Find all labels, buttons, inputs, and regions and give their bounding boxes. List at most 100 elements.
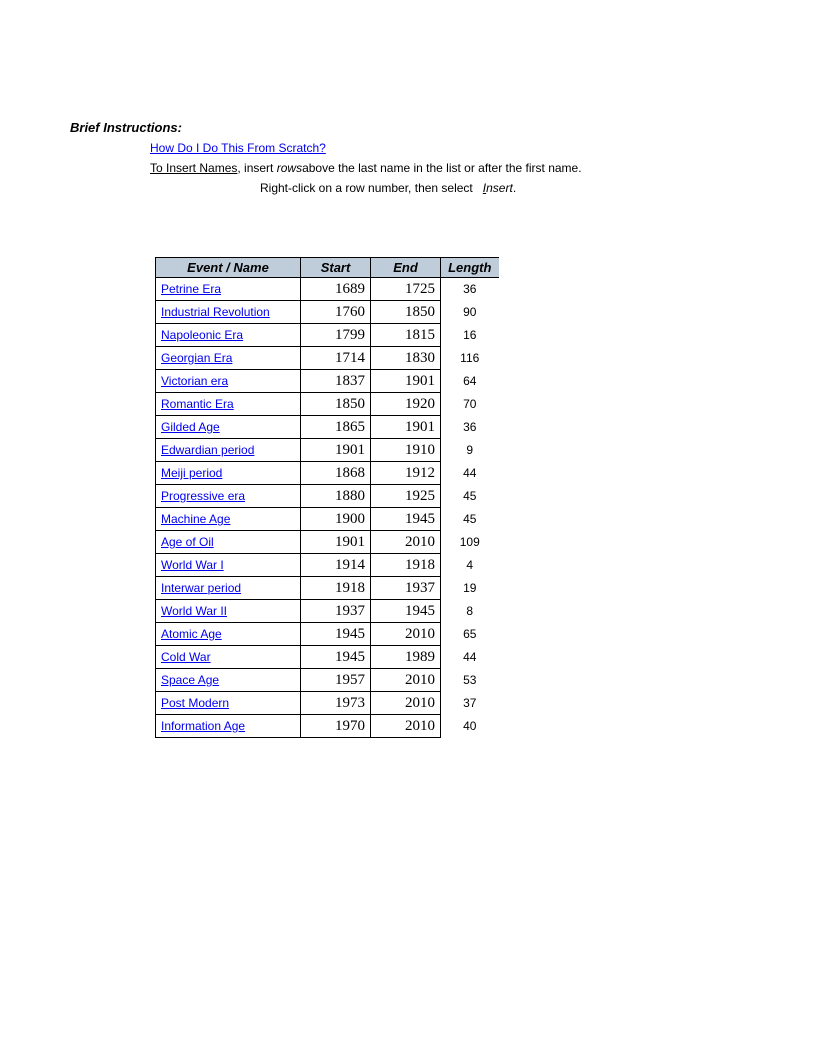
cell-end: 1989 <box>371 646 441 669</box>
cell-start: 1970 <box>301 715 371 738</box>
scratch-link[interactable]: How Do I Do This From Scratch? <box>150 141 326 155</box>
event-link[interactable]: Victorian era <box>161 374 228 388</box>
cell-length: 19 <box>441 577 499 600</box>
cell-end: 1937 <box>371 577 441 600</box>
cell-length: 45 <box>441 508 499 531</box>
table-row: Interwar period 1918193719 <box>156 577 499 600</box>
cell-end: 1920 <box>371 393 441 416</box>
cell-end: 1901 <box>371 370 441 393</box>
events-table: Event / Name Start End Length Petrine Er… <box>155 257 499 738</box>
cell-name: Post Modern <box>156 692 301 715</box>
cell-start: 1689 <box>301 278 371 301</box>
cell-name: Petrine Era <box>156 278 301 301</box>
cell-length: 4 <box>441 554 499 577</box>
table-row: Space Age1957201053 <box>156 669 499 692</box>
event-link[interactable]: World War I <box>161 558 224 572</box>
event-link[interactable]: Gilded Age <box>161 420 220 434</box>
cell-name: Atomic Age <box>156 623 301 646</box>
event-link[interactable]: Petrine Era <box>161 282 221 296</box>
cell-length: 9 <box>441 439 499 462</box>
event-link[interactable]: World War II <box>161 604 227 618</box>
cell-start: 1850 <box>301 393 371 416</box>
cell-end: 1945 <box>371 508 441 531</box>
cell-length: 116 <box>441 347 499 370</box>
table-row: Industrial Revolution1760185090 <box>156 301 499 324</box>
cell-end: 1815 <box>371 324 441 347</box>
event-link[interactable]: Cold War <box>161 650 211 664</box>
cell-end: 1912 <box>371 462 441 485</box>
period: . <box>513 181 516 195</box>
table-row: Information Age1970201040 <box>156 715 499 738</box>
cell-name: Meiji period <box>156 462 301 485</box>
cell-length: 8 <box>441 600 499 623</box>
insert-rows-word: rows <box>277 161 302 175</box>
cell-start: 1973 <box>301 692 371 715</box>
event-link[interactable]: Meiji period <box>161 466 222 480</box>
cell-start: 1900 <box>301 508 371 531</box>
cell-start: 1868 <box>301 462 371 485</box>
cell-end: 1925 <box>371 485 441 508</box>
table-row: Gilded Age1865190136 <box>156 416 499 439</box>
cell-start: 1880 <box>301 485 371 508</box>
cell-length: 64 <box>441 370 499 393</box>
event-link[interactable]: Edwardian period <box>161 443 254 457</box>
cell-start: 1799 <box>301 324 371 347</box>
events-table-wrap: Event / Name Start End Length Petrine Er… <box>155 257 817 738</box>
event-link[interactable]: Atomic Age <box>161 627 222 641</box>
cell-start: 1918 <box>301 577 371 600</box>
cell-length: 70 <box>441 393 499 416</box>
event-link[interactable]: Progressive era <box>161 489 245 503</box>
cell-name: Napoleonic Era <box>156 324 301 347</box>
table-row: Post Modern1973201037 <box>156 692 499 715</box>
table-row: Romantic Era 1850192070 <box>156 393 499 416</box>
event-link[interactable]: Interwar period <box>161 581 241 595</box>
right-click-instruction: Right-click on a row number, then select… <box>260 179 817 197</box>
cell-start: 1865 <box>301 416 371 439</box>
cell-length: 65 <box>441 623 499 646</box>
cell-start: 1901 <box>301 531 371 554</box>
insert-word: Insert <box>483 181 513 195</box>
event-link[interactable]: Post Modern <box>161 696 229 710</box>
cell-end: 2010 <box>371 623 441 646</box>
event-link[interactable]: Machine Age <box>161 512 230 526</box>
event-link[interactable]: Georgian Era <box>161 351 232 365</box>
cell-name: Industrial Revolution <box>156 301 301 324</box>
table-row: Victorian era 1837190164 <box>156 370 499 393</box>
cell-name: Gilded Age <box>156 416 301 439</box>
col-header-end: End <box>371 258 441 278</box>
table-row: Napoleonic Era 1799181516 <box>156 324 499 347</box>
cell-length: 44 <box>441 462 499 485</box>
event-link[interactable]: Romantic Era <box>161 397 234 411</box>
event-link[interactable]: Napoleonic Era <box>161 328 243 342</box>
table-row: Edwardian period190119109 <box>156 439 499 462</box>
event-link[interactable]: Industrial Revolution <box>161 305 270 319</box>
instructions-heading: Brief Instructions: <box>70 120 817 135</box>
event-link[interactable]: Space Age <box>161 673 219 687</box>
table-row: Age of Oil19012010109 <box>156 531 499 554</box>
cell-name: Interwar period <box>156 577 301 600</box>
cell-length: 16 <box>441 324 499 347</box>
cell-length: 44 <box>441 646 499 669</box>
cell-end: 1850 <box>371 301 441 324</box>
cell-name: Machine Age <box>156 508 301 531</box>
cell-length: 36 <box>441 278 499 301</box>
cell-start: 1914 <box>301 554 371 577</box>
cell-name: World War I <box>156 554 301 577</box>
event-link[interactable]: Age of Oil <box>161 535 214 549</box>
cell-length: 36 <box>441 416 499 439</box>
rightclick-text: Right-click on a row number, then select <box>260 181 476 195</box>
cell-name: Georgian Era <box>156 347 301 370</box>
cell-start: 1837 <box>301 370 371 393</box>
cell-end: 1725 <box>371 278 441 301</box>
cell-name: Edwardian period <box>156 439 301 462</box>
cell-end: 2010 <box>371 669 441 692</box>
cell-end: 1918 <box>371 554 441 577</box>
cell-length: 37 <box>441 692 499 715</box>
event-link[interactable]: Information Age <box>161 719 245 733</box>
cell-start: 1937 <box>301 600 371 623</box>
cell-name: Cold War <box>156 646 301 669</box>
table-row: Progressive era1880192545 <box>156 485 499 508</box>
cell-name: Age of Oil <box>156 531 301 554</box>
cell-end: 1910 <box>371 439 441 462</box>
cell-end: 2010 <box>371 531 441 554</box>
